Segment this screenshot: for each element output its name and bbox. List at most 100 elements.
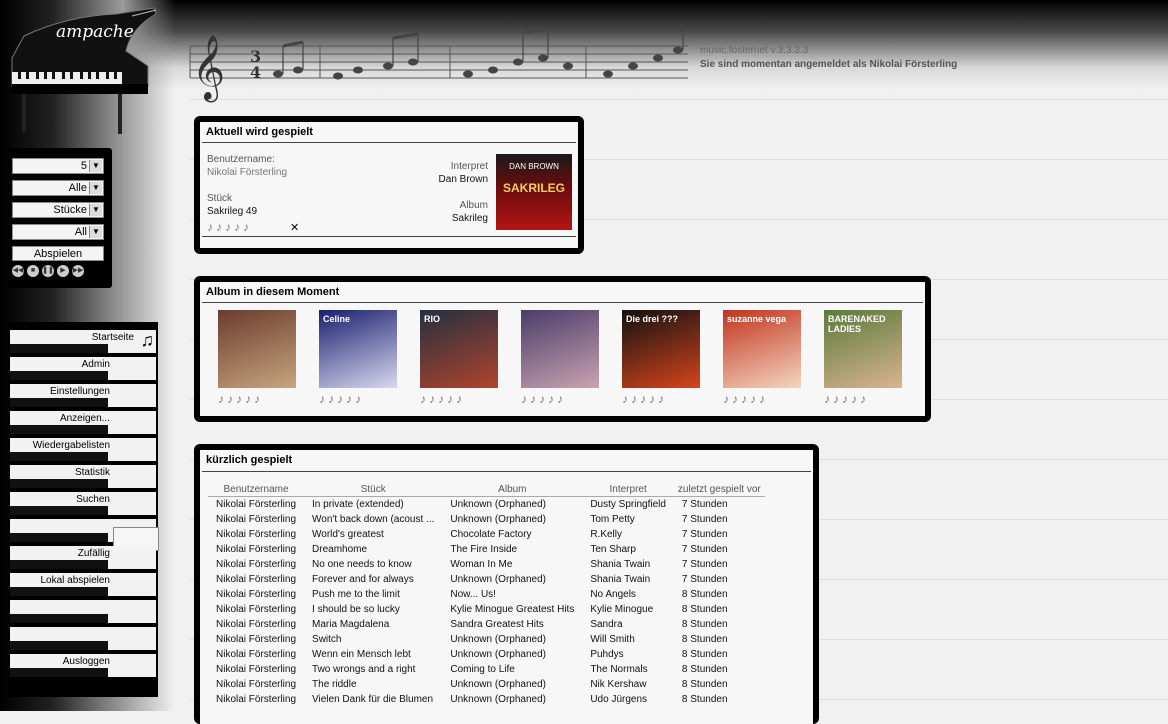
play-button[interactable]: Abspielen [12, 246, 104, 261]
rating-notes[interactable]: ♪♪♪♪♪ [319, 392, 364, 406]
table-cell: 8 Stunden [681, 664, 728, 675]
album-cover[interactable] [521, 310, 599, 388]
table-row[interactable]: Nikolai Försterling Won't back down (acou… [208, 512, 765, 527]
rating-notes[interactable]: ♪♪♪♪♪ [521, 392, 566, 406]
table-cell: 8 Stunden [681, 589, 728, 600]
scope-select-value: All [74, 226, 87, 238]
pause-icon[interactable]: ❚❚ [42, 265, 54, 277]
cover-subtitle: SAKRILEG [502, 181, 565, 195]
piano-key [10, 614, 108, 623]
table-cell: Nik Kershaw [590, 679, 647, 690]
albums-inner: Album in diesem Moment ♪♪♪♪♪ Celine ♪♪♪♪♪ R… [200, 282, 925, 416]
table-row[interactable]: Nikolai Försterling World's greatest Choco… [208, 527, 765, 542]
cover-text: Die drei ??? [626, 314, 679, 324]
table-row[interactable]: Nikolai Försterling Dreamhome The Fire Ins… [208, 542, 765, 557]
cover-text: Celine [323, 314, 351, 324]
divider [202, 236, 576, 237]
rating-notes[interactable]: ♪♪♪♪♪ [723, 392, 768, 406]
rating-notes[interactable]: ♪♪♪♪♪ [420, 392, 465, 406]
artist-value: Dan Brown [438, 174, 488, 185]
recent-table: Benutzername Stück Album Interpret zulet… [208, 482, 765, 707]
ampache-logo[interactable]: ampache [6, 6, 164, 138]
rating-notes[interactable]: ♪♪♪♪♪ [622, 392, 667, 406]
table-cell: Maria Magdalena [312, 619, 390, 630]
menu-item-statistik[interactable]: Statistik [10, 465, 156, 490]
login-status: Sie sind momentan angemeldet als Nikolai… [700, 59, 958, 70]
count-select[interactable]: 5 ▼ [12, 158, 104, 174]
version-text: music.fosternet v.3.3.3.3 [700, 45, 809, 56]
delete-rating-icon[interactable]: ✕ [290, 221, 299, 234]
menu-item-zufaellig[interactable]: Zufällig [10, 546, 156, 571]
album-cover-sakrileg[interactable]: DAN BROWN SAKRILEG [496, 154, 572, 230]
cover-text: suzanne vega [727, 314, 787, 324]
play-icon[interactable]: ▶ [57, 265, 69, 277]
piano-key [10, 371, 108, 380]
filter-select[interactable]: Alle ▼ [12, 180, 104, 196]
column-header[interactable]: Album [442, 482, 583, 497]
menu-item-anzeigen[interactable]: Anzeigen... [10, 411, 156, 436]
menu-item-suchen[interactable]: Suchen [10, 492, 156, 517]
table-row[interactable]: Nikolai Försterling The riddle Unknown (Or… [208, 677, 765, 692]
recent-inner: kürzlich gespielt Benutzername Stück Alb… [200, 450, 813, 724]
menu-item-wiedergabelisten[interactable]: Wiedergabelisten [10, 438, 156, 463]
previous-icon[interactable]: ◀◀ [12, 265, 24, 277]
header-sheet-music: 𝄞 3 4 [189, 24, 688, 102]
menu-item-lokal-abspielen[interactable]: Lokal abspielen [10, 573, 156, 598]
table-row[interactable]: Nikolai Försterling Two wrongs and a righ… [208, 662, 765, 677]
type-select[interactable]: Stücke ▼ [12, 202, 104, 218]
table-cell: Nikolai Försterling [216, 619, 297, 630]
artist-label: Interpret [450, 161, 488, 172]
table-cell: Woman In Me [450, 559, 513, 570]
user-value: Nikolai Försterling [207, 167, 288, 178]
menu-item-einstellungen[interactable]: Einstellungen [10, 384, 156, 409]
table-cell: No Angels [590, 589, 636, 600]
column-header[interactable]: Benutzername [208, 482, 305, 497]
album-cover[interactable]: BARENAKED LADIES [824, 310, 902, 388]
table-cell: Now... Us! [450, 589, 496, 600]
table-cell: Chocolate Factory [450, 529, 532, 540]
menu-item-admin[interactable]: Admin [10, 357, 156, 382]
menu-item-label: Lokal abspielen [40, 575, 111, 586]
menu-item-startseite[interactable]: Startseite ♫ [10, 330, 156, 355]
album-cover[interactable]: Celine [319, 310, 397, 388]
album-cover[interactable]: RIO [420, 310, 498, 388]
table-row[interactable]: Nikolai Försterling Forever and for alway… [208, 572, 765, 587]
rating-notes[interactable]: ♪♪♪♪♪ [218, 392, 263, 406]
table-row[interactable]: Nikolai Försterling Vielen Dank für die B… [208, 692, 765, 707]
menu-item-label: Suchen [76, 494, 110, 505]
rating-notes[interactable]: ♪♪♪♪♪ [824, 392, 869, 406]
table-row[interactable]: Nikolai Försterling Wenn ein Mensch lebt U… [208, 647, 765, 662]
table-row[interactable]: Nikolai Försterling I should be so lucky K… [208, 602, 765, 617]
table-row[interactable]: Nikolai Försterling In private (extended)… [208, 497, 765, 513]
album-cover[interactable]: Die drei ??? [622, 310, 700, 388]
table-row[interactable]: Nikolai Försterling Push me to the limit N… [208, 587, 765, 602]
column-header[interactable]: Interpret [582, 482, 674, 497]
column-header[interactable]: Stück [304, 482, 443, 497]
table-cell: 7 Stunden [681, 544, 728, 555]
scope-select[interactable]: All ▼ [12, 224, 104, 240]
menu-item-label: Statistik [74, 467, 110, 478]
menu-item-ausloggen[interactable]: Ausloggen [10, 654, 156, 679]
chevron-down-icon: ▼ [89, 204, 102, 216]
table-cell: 8 Stunden [681, 619, 728, 630]
album-cover[interactable]: suzanne vega [723, 310, 801, 388]
stop-icon[interactable]: ■ [27, 265, 39, 277]
menu-item-label: Ausloggen [62, 656, 110, 667]
table-row[interactable]: Nikolai Försterling No one needs to know W… [208, 557, 765, 572]
album-cover[interactable] [218, 310, 296, 388]
table-cell: Tom Petty [590, 514, 635, 525]
next-icon[interactable]: ▶▶ [72, 265, 84, 277]
table-cell: 8 Stunden [681, 634, 728, 645]
piano-key [10, 398, 108, 407]
table-row[interactable]: Nikolai Försterling Switch Unknown (Orphan… [208, 632, 765, 647]
table-row[interactable]: Nikolai Försterling Maria Magdalena Sandra… [208, 617, 765, 632]
rating-notes[interactable]: ♪♪♪♪♪ [207, 220, 252, 234]
menu-item-empty [10, 600, 156, 625]
column-header[interactable]: zuletzt gespielt vor [673, 482, 765, 497]
table-cell: Push me to the limit [312, 589, 400, 600]
chevron-down-icon: ▼ [89, 226, 102, 238]
table-cell: Nikolai Försterling [216, 544, 297, 555]
cover-text: DAN BROWN [509, 162, 559, 171]
now-playing-title: Aktuell wird gespielt [206, 126, 313, 138]
table-cell: 8 Stunden [681, 604, 728, 615]
